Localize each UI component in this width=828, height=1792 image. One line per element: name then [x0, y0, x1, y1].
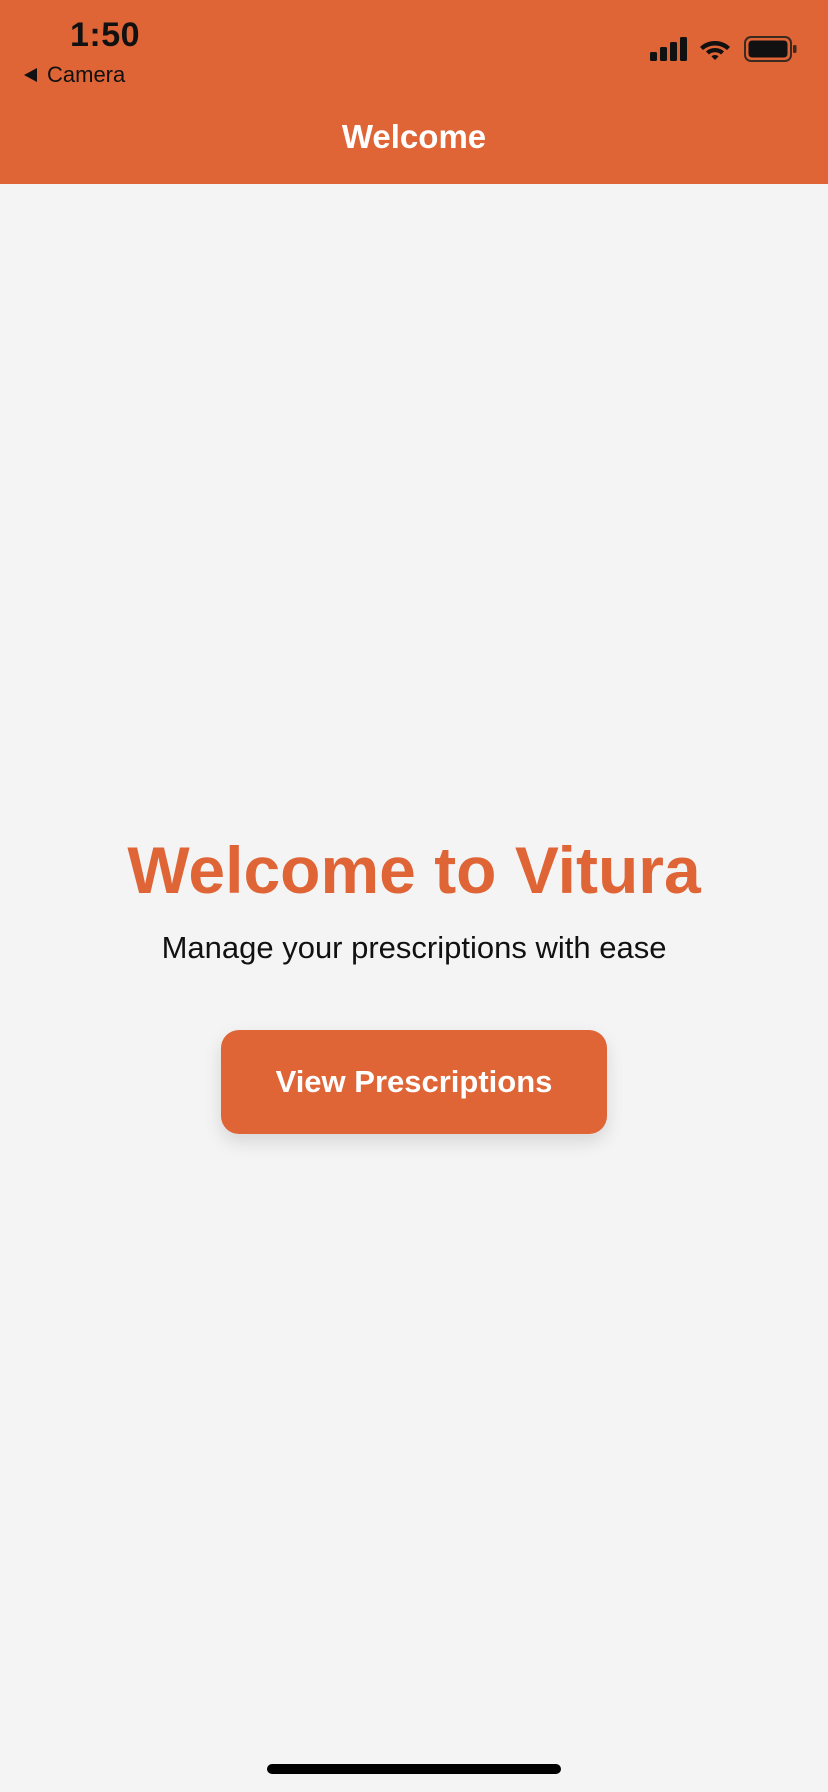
welcome-subtitle: Manage your prescriptions with ease [161, 930, 667, 965]
status-icons [650, 36, 798, 62]
back-arrow-icon [24, 68, 37, 82]
nav-title: Welcome [341, 118, 487, 155]
view-prescriptions-button[interactable]: View Prescriptions [221, 1030, 607, 1134]
home-indicator[interactable] [267, 1764, 561, 1774]
back-app-label: Camera [47, 62, 126, 87]
battery-icon [744, 36, 798, 62]
welcome-content: Welcome to Vitura Manage your prescripti… [0, 184, 828, 1792]
wifi-icon [698, 37, 732, 61]
welcome-heading: Welcome to Vitura [127, 833, 701, 907]
signal-icon [650, 37, 688, 61]
back-to-app-link[interactable]: Camera [24, 62, 125, 88]
status-time: 1:50 [70, 16, 141, 54]
nav-header: 1:50 Camera Welcome [0, 0, 828, 184]
